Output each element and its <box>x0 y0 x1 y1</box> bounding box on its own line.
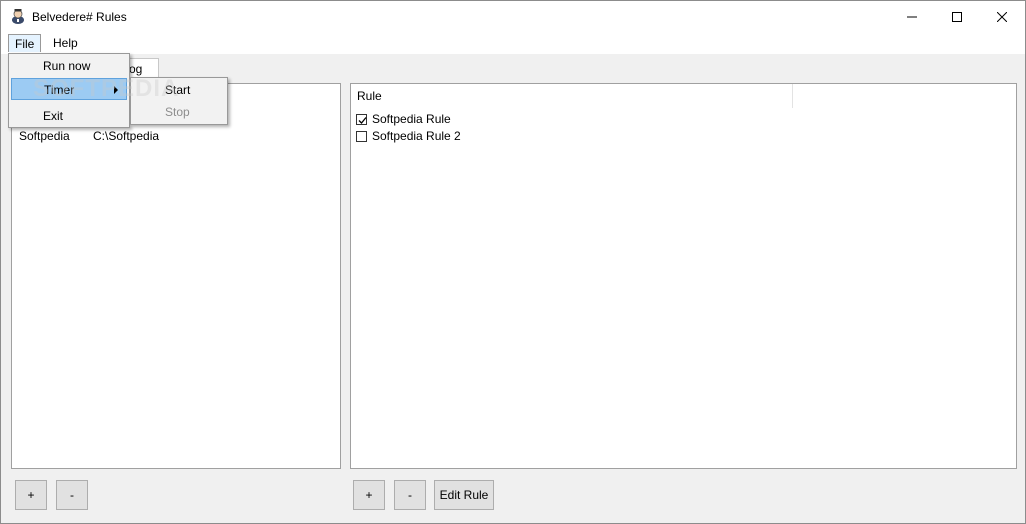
minimize-button[interactable] <box>889 1 935 32</box>
file-menu-dropdown: Run now Timer Exit <box>8 53 130 128</box>
rule-item[interactable]: Softpedia Rule 2 <box>356 128 461 144</box>
remove-folder-button[interactable]: - <box>56 480 88 510</box>
rule-label: Softpedia Rule 2 <box>372 129 461 143</box>
maximize-icon <box>952 11 962 22</box>
close-icon <box>997 11 1007 22</box>
minimize-icon <box>907 16 917 17</box>
rule-checkbox[interactable] <box>356 113 367 125</box>
timer-submenu: Start Stop <box>130 77 228 125</box>
menu-timer-label: Timer <box>44 83 75 97</box>
rule-item[interactable]: Softpedia Rule <box>356 111 451 127</box>
menu-bar: File Help <box>1 32 1025 54</box>
edit-rule-button[interactable]: Edit Rule <box>434 480 494 510</box>
add-folder-button[interactable]: + <box>15 480 47 510</box>
menu-help[interactable]: Help <box>47 34 84 52</box>
menu-exit[interactable]: Exit <box>11 105 127 127</box>
folder-path[interactable]: C:\Softpedia <box>93 129 159 143</box>
menu-run-now[interactable]: Run now <box>11 55 127 77</box>
butler-icon <box>10 8 26 24</box>
rule-column-header[interactable]: Rule <box>351 84 793 108</box>
menu-timer-start[interactable]: Start <box>133 79 225 101</box>
close-button[interactable] <box>979 1 1025 32</box>
rule-list[interactable]: Rule Softpedia Rule Softpedia Rule 2 <box>350 83 1017 469</box>
menu-timer[interactable]: Timer <box>11 78 127 100</box>
menu-file[interactable]: File <box>8 34 42 52</box>
folder-list[interactable]: Softpedia C:\Softpedia <box>11 83 341 469</box>
add-rule-button[interactable]: + <box>353 480 385 510</box>
title-bar: Belvedere# Rules <box>1 1 1025 32</box>
tab-strip: og <box>1 54 1025 78</box>
submenu-arrow-icon <box>114 86 118 94</box>
check-icon <box>358 116 367 124</box>
app-window: Belvedere# Rules File Help og Softpedia … <box>0 0 1026 524</box>
rule-checkbox[interactable] <box>356 130 367 142</box>
remove-rule-button[interactable]: - <box>394 480 426 510</box>
maximize-button[interactable] <box>934 1 980 32</box>
window-title: Belvedere# Rules <box>32 10 127 24</box>
folder-name[interactable]: Softpedia <box>19 129 70 143</box>
tab-label: og <box>129 62 143 76</box>
rule-label: Softpedia Rule <box>372 112 451 126</box>
menu-timer-stop: Stop <box>165 105 190 119</box>
